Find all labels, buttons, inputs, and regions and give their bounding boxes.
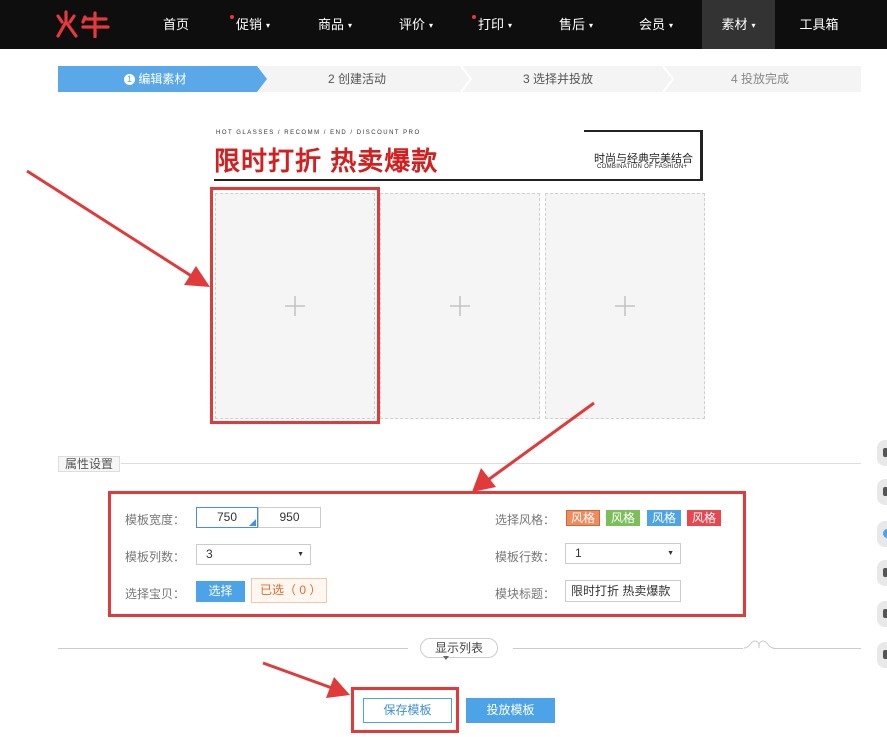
- caret-down-icon: ▾: [348, 21, 353, 30]
- tool-icon: [883, 529, 887, 538]
- width-label: 模板宽度：: [125, 513, 186, 527]
- caret-down-icon: ▾: [429, 21, 434, 30]
- nav-item-label: 促销: [235, 17, 262, 32]
- divider-right-end: [773, 648, 861, 649]
- tool-icon: [883, 650, 887, 659]
- width-option-750-label: 750: [216, 510, 238, 524]
- nav-item-6[interactable]: 会员 ▾: [623, 0, 689, 49]
- style-chip-4[interactable]: 风格: [687, 510, 721, 526]
- side-tool-3[interactable]: [877, 521, 887, 547]
- nav-item-4[interactable]: 打印 ▾: [462, 0, 528, 49]
- side-tool-6[interactable]: [877, 642, 887, 668]
- banner-small-text: HOT GLASSES / RECOMM / END / DISCOUNT PR…: [216, 130, 421, 136]
- columns-value: 3: [206, 547, 213, 561]
- nav-item-label: 工具箱: [799, 17, 839, 32]
- rows-value: 1: [575, 546, 582, 560]
- step-1-number: 1: [124, 74, 135, 85]
- columns-label: 模板列数：: [125, 550, 186, 564]
- nav-item-label: 首页: [162, 17, 189, 32]
- rows-label: 模板行数：: [495, 550, 556, 564]
- width-option-750[interactable]: 750: [196, 507, 258, 528]
- title-label: 模块标题：: [495, 587, 556, 601]
- nav-item-label: 打印: [477, 17, 504, 32]
- banner-slogan-en: COMBINATION OF FASHION+: [597, 164, 688, 170]
- step-4: 4 投放完成: [731, 72, 790, 86]
- style-chip-2[interactable]: 风格: [606, 510, 640, 526]
- banner-underline: [214, 179, 703, 181]
- module-title-input[interactable]: 限时打折 热卖爆款: [565, 580, 681, 602]
- caret-down-icon: ▾: [669, 21, 674, 30]
- caret-down-icon: ▾: [751, 21, 756, 30]
- caret-down-icon: ▾: [508, 21, 513, 30]
- launch-template-button[interactable]: 投放模板: [466, 698, 555, 723]
- caret-down-icon: ▾: [589, 21, 594, 30]
- nav-item-7[interactable]: 素材 ▾: [702, 0, 775, 49]
- select-products-button[interactable]: 选择: [196, 581, 245, 602]
- divider-left: [58, 648, 408, 649]
- width-option-950-label: 950: [279, 510, 300, 524]
- caret-down-icon: ▾: [266, 21, 271, 30]
- nav-item-1[interactable]: 促销 ▾: [220, 0, 286, 49]
- plus-icon: [450, 296, 470, 316]
- arrow-to-save: [262, 661, 350, 698]
- rows-select[interactable]: 1 ▼: [565, 543, 681, 564]
- step-2: 2 创建活动: [328, 72, 387, 86]
- tool-icon: [883, 487, 887, 496]
- arrow-to-slot: [26, 169, 210, 287]
- section-divider: [121, 463, 861, 464]
- plus-icon: [285, 296, 305, 316]
- brand-logo[interactable]: [54, 10, 110, 38]
- notification-dot-icon: [472, 15, 476, 19]
- banner-title: 限时打折 热卖爆款: [214, 146, 439, 176]
- nav-item-3[interactable]: 评价 ▾: [383, 0, 449, 49]
- side-tool-1[interactable]: [877, 440, 887, 466]
- step-indicator: 1 编辑素材 2 创建活动 3 选择并投放 4 投放完成: [58, 66, 861, 92]
- section-label: 属性设置: [58, 456, 121, 472]
- decorative-loop-icon: [744, 640, 774, 649]
- nav-item-2[interactable]: 商品 ▾: [302, 0, 368, 49]
- divider-right: [513, 648, 743, 649]
- step-1: 1 编辑素材: [124, 66, 186, 92]
- side-tool-2[interactable]: [877, 479, 887, 505]
- step-3: 3 选择并投放: [523, 72, 594, 86]
- selected-count-badge: 已选（ 0 ）: [251, 578, 327, 603]
- show-list-toggle[interactable]: 显示列表: [420, 638, 498, 658]
- top-nav: 首页 促销 ▾ 商品 ▾ 评价 ▾ 打印 ▾ 售后 ▾ 会员 ▾ 素材 ▾ 工具箱: [0, 0, 887, 49]
- columns-select[interactable]: 3 ▼: [196, 544, 311, 565]
- expand-triangle-icon: [443, 656, 449, 660]
- style-chip-3[interactable]: 风格: [647, 510, 681, 526]
- dropdown-arrow-icon: ▼: [297, 551, 304, 558]
- nav-item-label: 评价: [398, 17, 425, 32]
- notification-dot-icon: [230, 15, 234, 19]
- pick-label: 选择宝贝：: [125, 587, 186, 601]
- nav-item-8[interactable]: 工具箱: [781, 0, 857, 49]
- width-option-950[interactable]: 950: [258, 507, 321, 528]
- style-chip-1[interactable]: 风格: [566, 510, 600, 526]
- nav-item-0[interactable]: 首页: [146, 0, 206, 49]
- step-1-label: 编辑素材: [138, 72, 187, 86]
- save-template-button[interactable]: 保存模板: [363, 698, 452, 723]
- side-tool-4[interactable]: [877, 560, 887, 586]
- product-slot-3[interactable]: [545, 193, 705, 419]
- dropdown-arrow-icon: ▼: [667, 550, 674, 557]
- plus-icon: [615, 296, 635, 316]
- tool-icon: [883, 568, 887, 577]
- tool-icon: [883, 609, 887, 618]
- selected-corner-icon: [249, 519, 256, 526]
- side-tool-5[interactable]: [877, 601, 887, 627]
- nav-item-label: 会员: [638, 17, 665, 32]
- nav-item-label: 素材: [721, 17, 748, 32]
- product-slot-1[interactable]: [215, 193, 375, 419]
- nav-item-label: 售后: [558, 17, 585, 32]
- tool-icon: [883, 448, 887, 457]
- nav-item-label: 商品: [317, 17, 344, 32]
- product-slot-2[interactable]: [380, 193, 540, 419]
- style-label: 选择风格：: [495, 513, 556, 527]
- nav-item-5[interactable]: 售后 ▾: [543, 0, 609, 49]
